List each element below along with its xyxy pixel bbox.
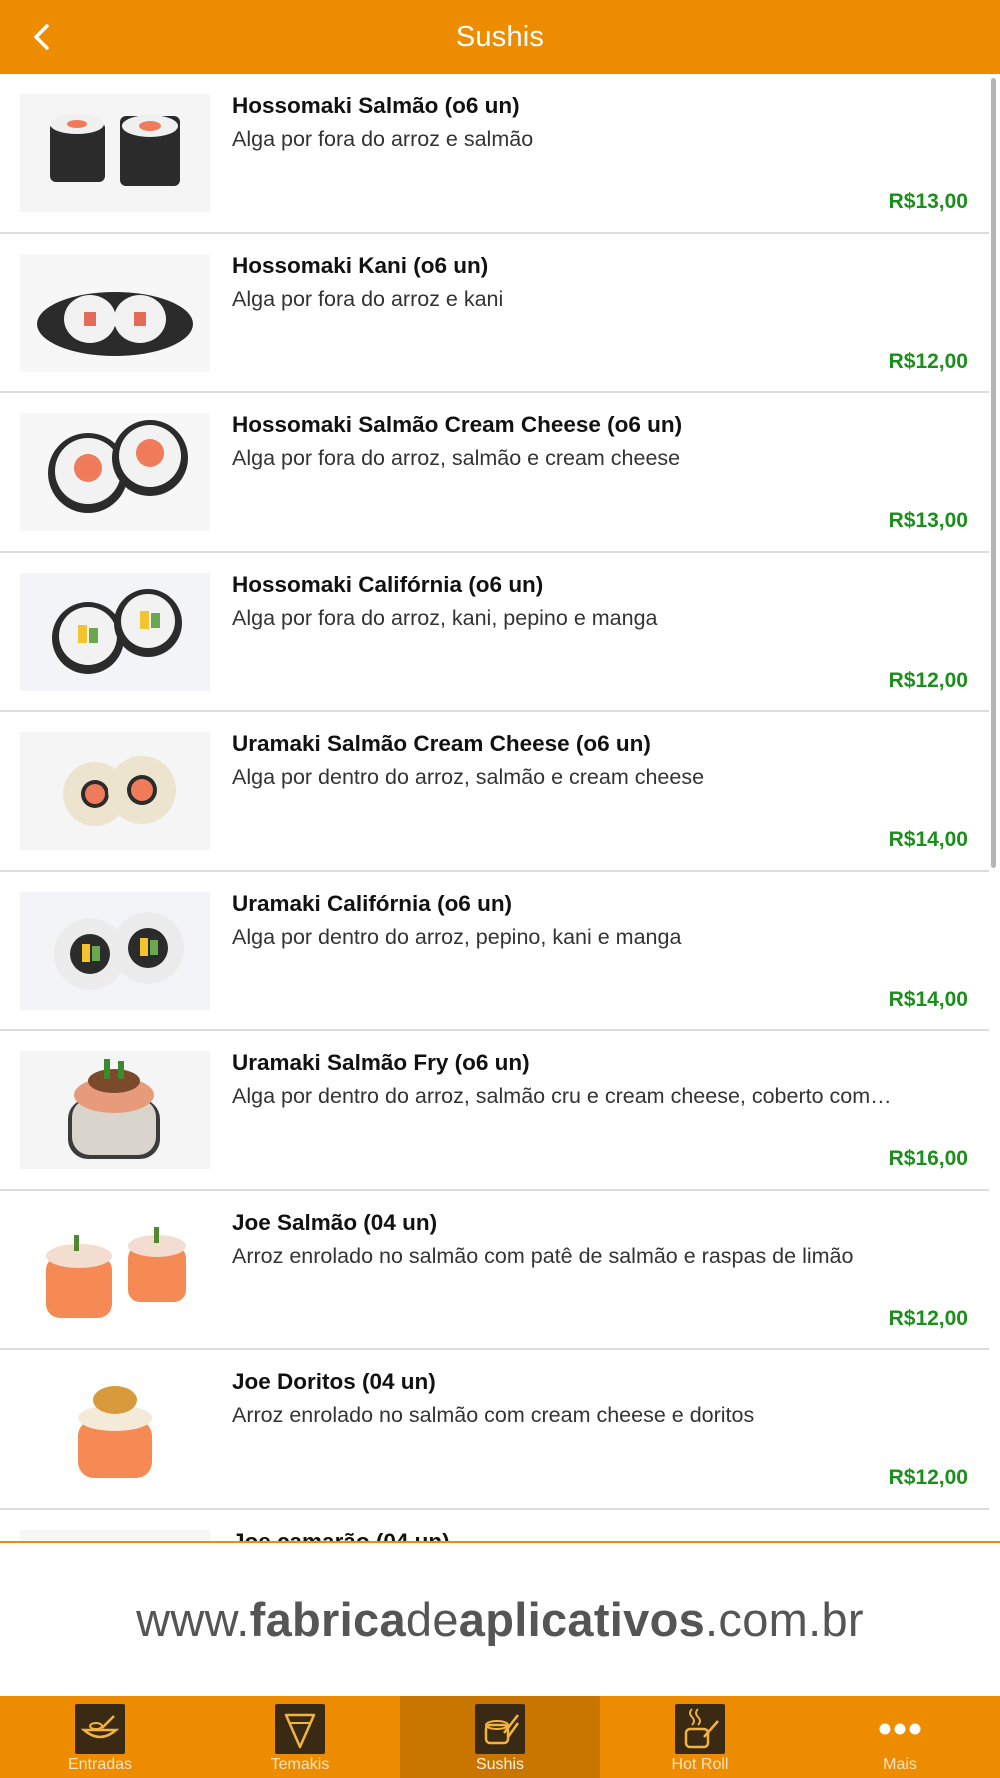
menu-item[interactable]: Joe Doritos (04 un) Arroz enrolado no sa… — [0, 1350, 989, 1510]
item-price: R$12,00 — [888, 668, 968, 692]
menu-item[interactable]: Uramaki Califórnia (o6 un) Alga por dent… — [0, 871, 989, 1031]
page-title: Sushis — [455, 20, 545, 53]
menu-item[interactable]: Joe camarão (04 un) — [0, 1509, 989, 1542]
menu-item[interactable]: Joe Salmão (04 un) Arroz enrolado no sal… — [0, 1190, 989, 1350]
banner-word-fabrica: fabrica — [249, 1593, 406, 1646]
item-price: R$12,00 — [888, 1306, 968, 1330]
tab-temakis[interactable]: Temakis — [200, 1696, 400, 1778]
item-description: Alga por fora do arroz e kani — [232, 286, 504, 311]
item-description: Alga por fora do arroz, salmão e cream c… — [232, 446, 681, 470]
tab-label: Sushis — [475, 1756, 525, 1773]
tab-label: Hot Roll — [671, 1756, 729, 1773]
more-dots-icon — [875, 1704, 925, 1754]
uramaki-salmao-cream-cheese-image — [20, 732, 210, 850]
item-price: R$14,00 — [888, 987, 968, 1011]
tab-entradas[interactable]: Entradas — [0, 1696, 200, 1778]
banner-suffix: .com.br — [705, 1593, 864, 1646]
item-title: Uramaki Salmão Fry (o6 un) — [232, 1050, 530, 1075]
menu-item[interactable]: Hossomaki Kani (o6 un) Alga por fora do … — [0, 233, 989, 393]
item-title: Hossomaki Califórnia (o6 un) — [232, 571, 544, 597]
banner-prefix: www. — [136, 1593, 250, 1646]
tab-hot-roll[interactable]: Hot Roll — [600, 1696, 800, 1778]
menu-item[interactable]: Hossomaki Califórnia (o6 un) Alga por fo… — [0, 552, 989, 712]
item-price: R$12,00 — [888, 1466, 968, 1489]
item-title: Joe camarão (04 un) — [232, 1528, 450, 1542]
tab-sushis[interactable]: Sushis — [400, 1696, 600, 1778]
item-title: Hossomaki Salmão (o6 un) — [232, 93, 520, 118]
item-description: Alga por fora do arroz, kani, pepino e m… — [232, 605, 658, 630]
item-description: Alga por dentro do arroz, pepino, kani e… — [232, 924, 682, 949]
joe-camarao-image — [20, 1529, 210, 1541]
item-description: Alga por fora do arroz e salmão — [232, 127, 534, 151]
tab-label: Entradas — [67, 1756, 133, 1773]
hossomaki-california-image — [20, 572, 210, 691]
item-title: Hossomaki Salmão Cream Cheese (o6 un) — [232, 412, 683, 437]
banner-url: www.fabricadeaplicativos.com.br — [136, 1592, 864, 1647]
banner-word-de: de — [405, 1593, 459, 1646]
sushi-icon — [475, 1704, 525, 1754]
hossomaki-salmao-image — [20, 94, 210, 212]
hossomaki-kani-image — [20, 253, 210, 372]
item-title: Hossomaki Kani (o6 un) — [232, 252, 489, 278]
ad-banner[interactable]: www.fabricadeaplicativos.com.br — [0, 1541, 1000, 1696]
tab-mais[interactable]: Mais — [800, 1696, 1000, 1778]
app-header: Sushis — [0, 0, 1000, 74]
chevron-left-icon — [34, 24, 49, 50]
item-price: R$12,00 — [888, 349, 968, 373]
temaki-icon — [275, 1704, 325, 1754]
hossomaki-salmao-cream-cheese-image — [20, 413, 210, 531]
bottom-tab-bar: Entradas Temakis Sushis Hot Roll Mais — [0, 1696, 1000, 1778]
banner-word-aplicativos: aplicativos — [458, 1593, 706, 1646]
joe-doritos-image — [20, 1370, 210, 1488]
item-description: Arroz enrolado no salmão com cream chees… — [232, 1403, 755, 1427]
item-price: R$14,00 — [888, 828, 968, 851]
item-description: Arroz enrolado no salmão com patê de sal… — [232, 1243, 854, 1268]
hot-roll-icon — [675, 1704, 725, 1754]
menu-item[interactable]: Uramaki Salmão Cream Cheese (o6 un) Alga… — [0, 712, 989, 872]
menu-list[interactable]: Hossomaki Salmão (o6 un) Alga por fora d… — [0, 74, 989, 1541]
item-price: R$13,00 — [888, 190, 968, 213]
joe-salmao-image — [20, 1210, 210, 1329]
tab-label: Mais — [883, 1756, 917, 1773]
item-title: Uramaki Salmão Cream Cheese (o6 un) — [232, 731, 651, 756]
item-title: Joe Doritos (04 un) — [232, 1369, 436, 1394]
entradas-icon — [75, 1704, 125, 1754]
uramaki-california-image — [20, 891, 210, 1010]
item-description: Alga por dentro do arroz, salmão cru e c… — [232, 1084, 892, 1108]
menu-item[interactable]: Hossomaki Salmão Cream Cheese (o6 un) Al… — [0, 393, 989, 553]
scrollbar[interactable] — [991, 78, 996, 868]
menu-item[interactable]: Hossomaki Salmão (o6 un) Alga por fora d… — [0, 74, 989, 234]
back-button[interactable] — [18, 13, 66, 61]
item-price: R$16,00 — [888, 1147, 968, 1170]
tab-label: Temakis — [270, 1756, 330, 1773]
item-title: Uramaki Califórnia (o6 un) — [232, 890, 513, 916]
menu-item[interactable]: Uramaki Salmão Fry (o6 un) Alga por dent… — [0, 1031, 989, 1191]
item-price: R$13,00 — [888, 509, 968, 532]
item-title: Joe Salmão (04 un) — [232, 1209, 438, 1235]
item-description: Alga por dentro do arroz, salmão e cream… — [232, 765, 705, 789]
uramaki-salmao-fry-image — [20, 1051, 210, 1169]
